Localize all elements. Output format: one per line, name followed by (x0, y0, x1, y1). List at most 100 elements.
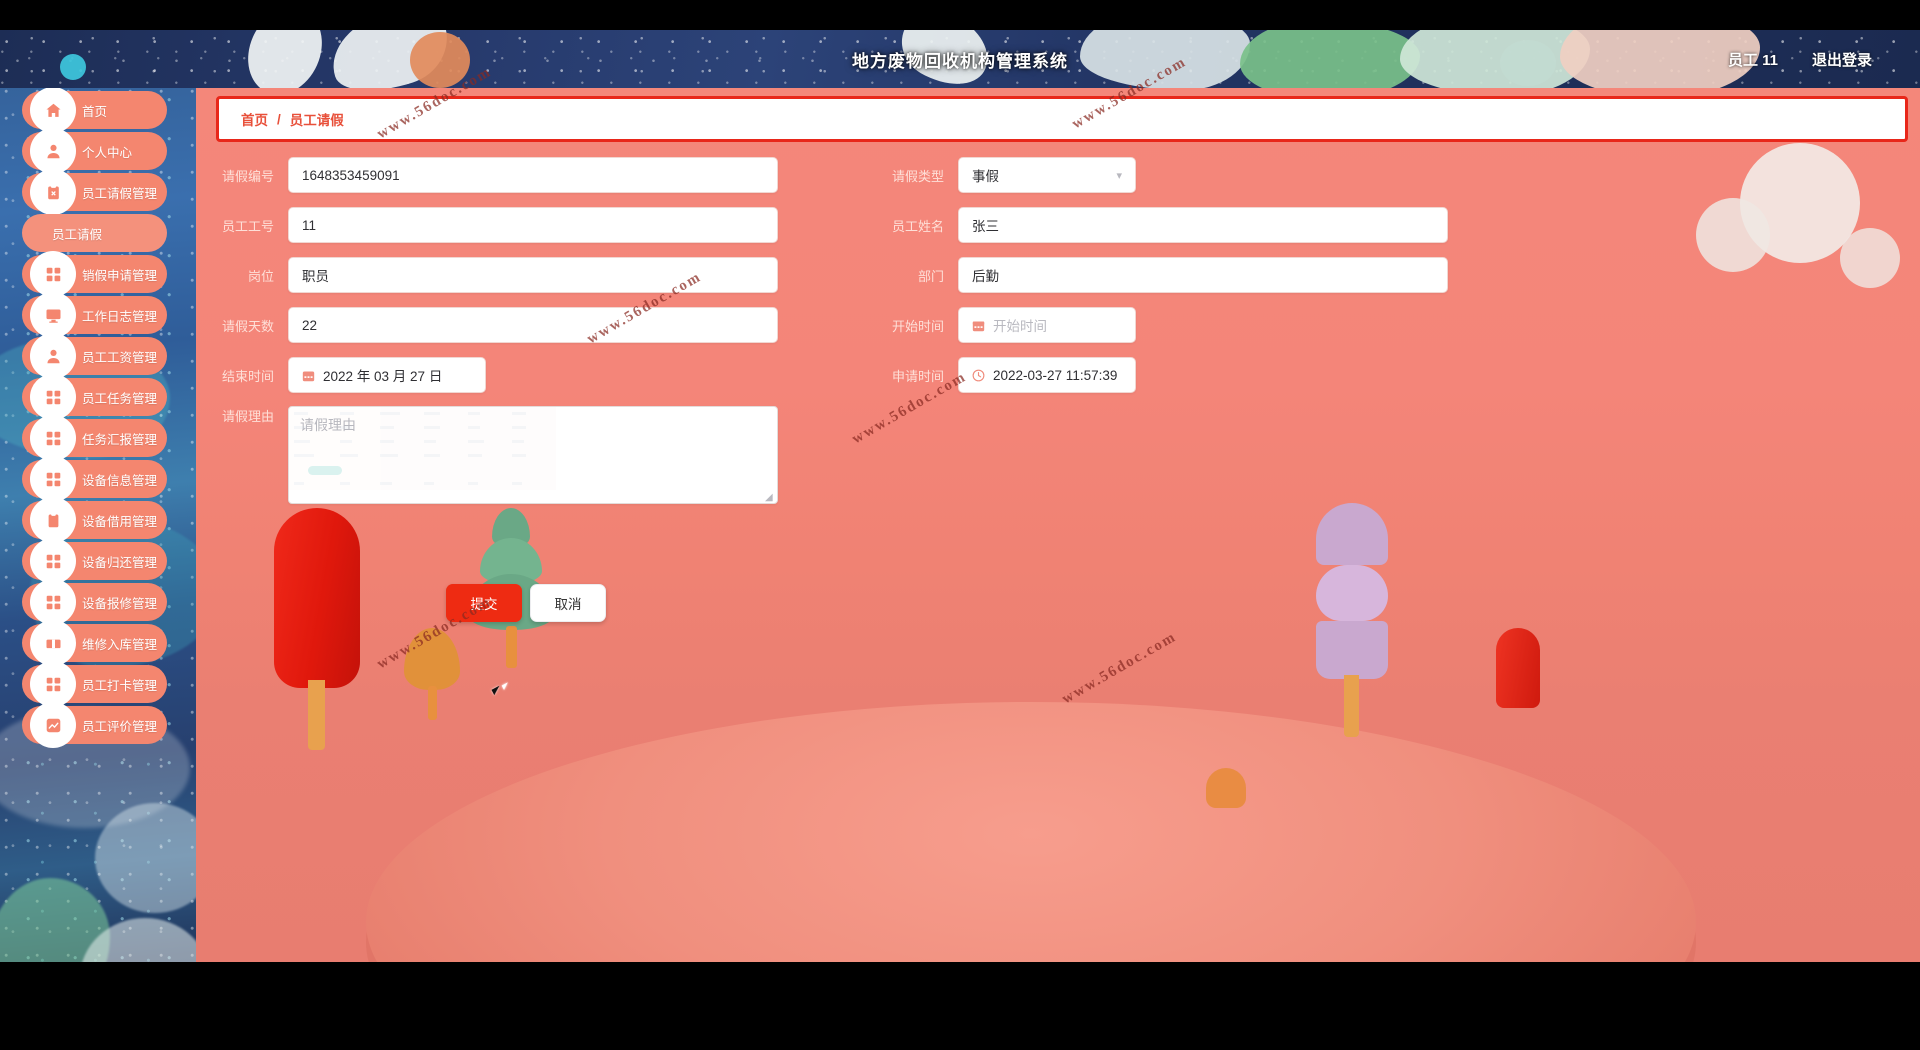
reason-placeholder: 请假理由 (300, 417, 356, 433)
breadcrumb: 首页 / 员工请假 (216, 96, 1908, 142)
leave-type-select[interactable]: 事假 ▾ (958, 157, 1136, 193)
monitor-icon (30, 292, 76, 338)
end-time-value: 2022 年 03 月 27 日 (323, 369, 443, 384)
app-header-background (0, 30, 1920, 88)
header-user-area: 员工 11 退出登录 (1728, 30, 1872, 88)
sidebar-item-6[interactable]: 员工工资管理 (22, 333, 167, 379)
leave-no-input[interactable]: 1648353459091 (288, 157, 778, 193)
form-row-1: 请假编号 1648353459091 请假类型 事假 ▾ (196, 150, 1920, 200)
sidebar-item-11[interactable]: 设备归还管理 (22, 538, 167, 584)
chevron-down-icon: ▾ (1116, 169, 1122, 182)
main-content: 首页 / 员工请假 请假编号 1648353459091 请假类型 事假 ▾ 员… (196, 88, 1920, 962)
sidebar-item-label: 员工请假管理 (82, 186, 158, 201)
sidebar-item-label: 设备归还管理 (82, 555, 158, 570)
sidebar-item-3[interactable]: 员工请假 (22, 214, 167, 252)
chart-icon (30, 702, 76, 748)
form-row-2: 员工工号 11 员工姓名 张三 (196, 200, 1920, 250)
sidebar-item-0[interactable]: 首页 (22, 88, 167, 133)
cancel-button[interactable]: 取消 (530, 584, 606, 622)
breadcrumb-current: 员工请假 (289, 113, 344, 128)
sidebar-item-8[interactable]: 任务汇报管理 (22, 415, 167, 461)
calendar-icon (302, 369, 315, 382)
sidebar-item-label: 个人中心 (82, 145, 133, 160)
sidebar-item-12[interactable]: 设备报修管理 (22, 579, 167, 625)
sidebar-item-label: 销假申请管理 (82, 268, 158, 283)
grid-icon (30, 374, 76, 420)
sidebar-item-15[interactable]: 员工评价管理 (22, 702, 167, 748)
employee-name-value: 张三 (972, 219, 999, 234)
department-value: 后勤 (972, 269, 999, 284)
resize-grip-icon[interactable]: ◢ (765, 492, 775, 503)
cone-decoration (404, 628, 464, 738)
sidebar-menu: 首页个人中心员工请假管理员工请假销假申请管理 工作日志管理 员工工资管理员工任务管理… (0, 88, 196, 962)
start-time-placeholder: 开始时间 (993, 319, 1047, 334)
sidebar-item-4[interactable]: 销假申请管理 (22, 251, 167, 297)
grid-icon (30, 661, 76, 707)
employee-name-input[interactable]: 张三 (958, 207, 1448, 243)
leave-type-value: 事假 (972, 169, 999, 184)
leave-no-label: 请假编号 (221, 168, 274, 184)
sidebar-item-5[interactable]: 工作日志管理 (22, 292, 167, 338)
sidebar-item-label: 维修入库管理 (82, 637, 158, 652)
sidebar-item-9[interactable]: 设备信息管理 (22, 456, 167, 502)
apply-time-value: 2022-03-27 11:57:39 (993, 367, 1118, 383)
start-time-label: 开始时间 (891, 318, 944, 334)
sidebar-item-label: 工作日志管理 (82, 309, 158, 324)
user-icon (30, 333, 76, 379)
employee-no-input[interactable]: 11 (288, 207, 778, 243)
form-row-5: 结束时间 2022 年 03 月 27 日 申请时间 2022-03-27 11… (196, 350, 1920, 400)
breadcrumb-separator: / (277, 111, 281, 127)
end-time-input[interactable]: 2022 年 03 月 27 日 (288, 357, 486, 393)
clock-icon (972, 369, 985, 382)
letterbox-bottom (0, 962, 1920, 1050)
grid-icon (30, 538, 76, 584)
sidebar-item-7[interactable]: 员工任务管理 (22, 374, 167, 420)
leave-type-label: 请假类型 (891, 168, 944, 184)
calendar-icon (972, 319, 985, 332)
reason-label: 请假理由 (221, 409, 274, 424)
letterbox-top (0, 0, 1920, 30)
leave-request-form: 请假编号 1648353459091 请假类型 事假 ▾ 员工工号 11 员工姓… (196, 150, 1920, 510)
sidebar-item-14[interactable]: 员工打卡管理 (22, 661, 167, 707)
start-time-input[interactable]: 开始时间 (958, 307, 1136, 343)
grid-icon (30, 415, 76, 461)
sidebar-item-13[interactable]: 维修入库管理 (22, 620, 167, 666)
form-row-3: 岗位 职员 部门 后勤 (196, 250, 1920, 300)
department-label: 部门 (917, 268, 944, 284)
popsicle-decoration (1496, 628, 1556, 748)
form-row-4: 请假天数 22 开始时间 开始时间 (196, 300, 1920, 350)
popsicle-decoration (274, 508, 374, 798)
employee-no-value: 11 (302, 217, 317, 233)
logout-button[interactable]: 退出登录 (1812, 49, 1872, 70)
form-row-6: 请假理由 请假理由 ◢ (196, 400, 1920, 510)
leave-no-value: 1648353459091 (302, 167, 400, 183)
submit-button[interactable]: 提交 (446, 584, 522, 622)
clipboard-icon (30, 497, 76, 543)
position-value: 职员 (302, 269, 329, 284)
sidebar-item-label: 员工评价管理 (82, 719, 158, 734)
popsicle-decoration (1316, 503, 1416, 783)
position-input[interactable]: 职员 (288, 257, 778, 293)
sidebar-item-label: 首页 (82, 104, 108, 119)
sidebar-item-label: 任务汇报管理 (82, 432, 158, 447)
current-user-label[interactable]: 员工 11 (1728, 49, 1778, 70)
leave-days-label: 请假天数 (221, 318, 274, 334)
reason-textarea[interactable]: 请假理由 ◢ (288, 406, 778, 504)
leave-days-input[interactable]: 22 (288, 307, 778, 343)
app-root: 地方废物回收机构管理系统 员工 11 退出登录 首页 个人中心 员工请假管理 员工请假… (0, 0, 1920, 1050)
popsicle-decoration (1206, 768, 1256, 828)
apply-time-input[interactable]: 2022-03-27 11:57:39 (958, 357, 1136, 393)
sidebar-item-10[interactable]: 设备借用管理 (22, 497, 167, 543)
grid-icon (30, 456, 76, 502)
sidebar-item-label: 员工工资管理 (82, 350, 158, 365)
clipboard-x-icon (30, 169, 76, 215)
department-input[interactable]: 后勤 (958, 257, 1448, 293)
leave-days-value: 22 (302, 317, 318, 333)
employee-no-label: 员工工号 (221, 218, 274, 234)
employee-name-label: 员工姓名 (891, 218, 944, 234)
sidebar-item-1[interactable]: 个人中心 (22, 128, 167, 174)
grid-icon (30, 251, 76, 297)
sidebar-item-2[interactable]: 员工请假管理 (22, 169, 167, 215)
sidebar-item-label: 设备信息管理 (82, 473, 158, 488)
breadcrumb-home[interactable]: 首页 (241, 109, 268, 129)
